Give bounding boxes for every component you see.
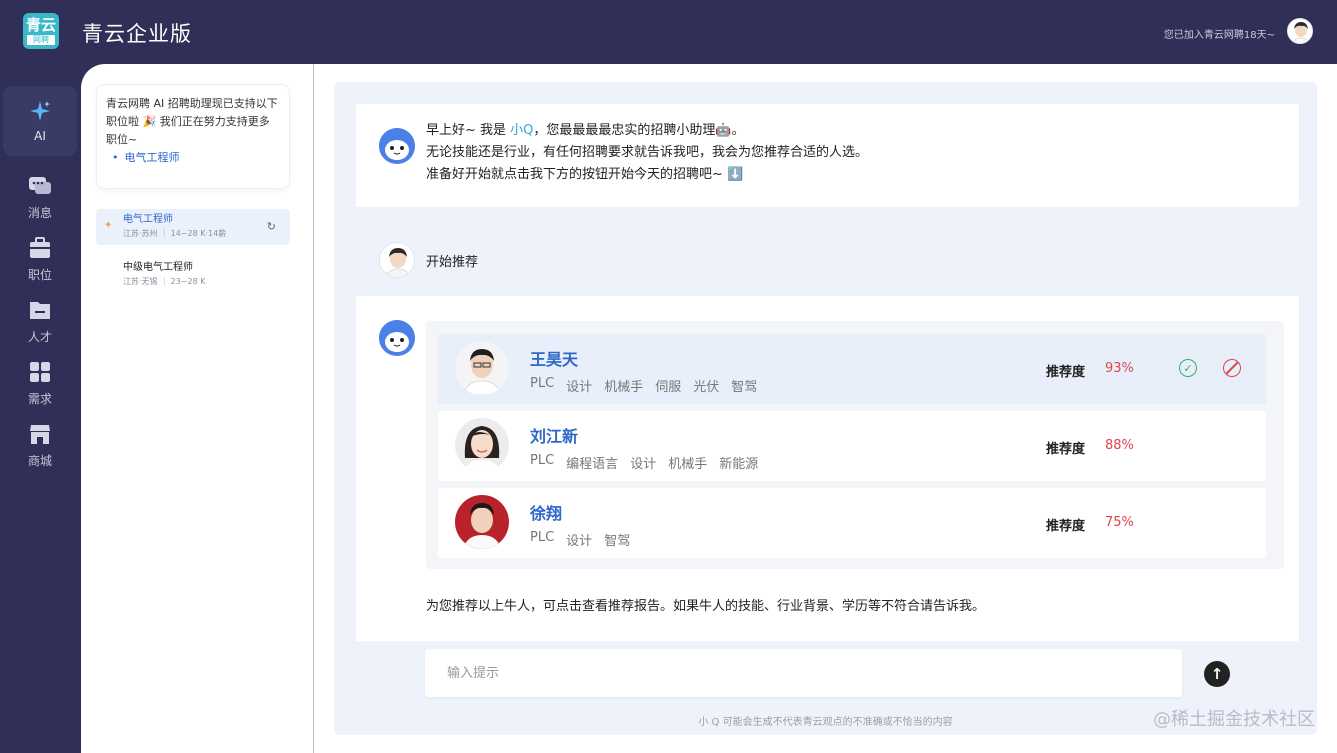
refresh-icon[interactable]: ↻ xyxy=(267,220,276,233)
skill-tag: 设计 xyxy=(566,380,593,395)
greeting-prefix: 早上好~ 我是 xyxy=(426,123,511,138)
greeting-line-3: 准备好开始就点击我下方的按钮开始今天的招聘吧~ ⬇️ xyxy=(426,167,744,182)
skill-tag: 伺服 xyxy=(655,380,682,395)
nav-item-messages[interactable]: 消息 xyxy=(3,162,77,232)
job-meta: 江苏·苏州 ｜ 14~28 K·14薪 xyxy=(123,229,227,238)
candidate-name[interactable]: 刘江新 xyxy=(530,423,578,447)
candidate-tags: PLC 设计 智驾 xyxy=(530,530,630,549)
logo-text-main: 青云 xyxy=(25,16,56,34)
job-list-item[interactable]: ✦ 电气工程师 江苏·苏州 ｜ 14~28 K·14薪 ↻ xyxy=(96,209,290,245)
nav-label-store: 商城 xyxy=(27,453,52,468)
score-label: 推荐度 xyxy=(1046,519,1086,534)
nav-label-jobs: 职位 xyxy=(27,267,52,282)
skill-tag: 智驾 xyxy=(731,380,758,395)
bot-avatar xyxy=(379,320,415,356)
candidate-card[interactable]: 王昊天 PLC 设计 机械手 伺服 光伏 智驾 推荐度 93% ✓ xyxy=(438,334,1266,404)
nav-item-store[interactable]: 商城 xyxy=(3,410,77,480)
skill-tag: 智驾 xyxy=(604,534,631,549)
nav-label-ai: AI xyxy=(34,129,46,143)
skill-tag: 新能源 xyxy=(719,457,759,472)
skill-tag: 设计 xyxy=(630,457,657,472)
join-days-text: 您已加入青云网聘18天~ xyxy=(1163,30,1275,41)
notice-text: 青云网聘 AI 招聘助理现已支持以下职位啦 🎉 我们正在努力支持更多职位~ xyxy=(106,97,278,146)
job-meta: 江苏·无锡 ｜ 23~28 K xyxy=(123,277,206,286)
reject-icon[interactable] xyxy=(1223,359,1241,377)
greeting-line-1: 早上好~ 我是 小Q，您最最最最忠实的招聘小助理🤖。 xyxy=(426,120,1299,142)
skill-tag: 设计 xyxy=(566,534,593,549)
greeting-suffix: ，您最最最最忠实的招聘小助理🤖。 xyxy=(533,123,745,138)
nav-item-jobs[interactable]: 职位 xyxy=(3,224,77,294)
match-score: 88% xyxy=(1105,438,1134,453)
chat-icon xyxy=(28,174,52,198)
left-nav: AI 消息 职位 人才 需求 商城 xyxy=(0,64,81,753)
folder-icon xyxy=(28,298,52,322)
grid-icon xyxy=(28,360,52,384)
candidate-photo xyxy=(455,418,509,472)
candidate-list: 王昊天 PLC 设计 机械手 伺服 光伏 智驾 推荐度 93% ✓ 刘江新 PL… xyxy=(426,321,1284,569)
user-avatar[interactable] xyxy=(1287,18,1313,44)
candidate-tags: PLC 编程语言 设计 机械手 新能源 xyxy=(530,453,758,472)
match-score: 75% xyxy=(1105,515,1134,530)
job-sidebar: 青云网聘 AI 招聘助理现已支持以下职位啦 🎉 我们正在努力支持更多职位~ 电气… xyxy=(81,64,314,753)
user-message-avatar xyxy=(379,242,415,278)
candidate-photo xyxy=(455,341,509,395)
store-icon xyxy=(28,422,52,446)
bot-avatar xyxy=(379,128,415,164)
skill-tag: 机械手 xyxy=(604,380,644,395)
nav-item-ai[interactable]: AI xyxy=(3,86,77,156)
job-title: 中级电气工程师 xyxy=(123,262,193,273)
notice-job-link[interactable]: 电气工程师 xyxy=(106,149,280,167)
match-score: 93% xyxy=(1105,361,1134,376)
candidate-tags: PLC 设计 机械手 伺服 光伏 智驾 xyxy=(530,376,757,395)
nav-label-demand: 需求 xyxy=(27,391,52,406)
nav-label-messages: 消息 xyxy=(27,205,52,220)
accept-icon[interactable]: ✓ xyxy=(1179,359,1197,377)
user-message: 开始推荐 xyxy=(426,255,479,270)
arrow-up-icon: ↑ xyxy=(1210,665,1224,683)
job-title: 电气工程师 xyxy=(123,214,173,225)
score-label: 推荐度 xyxy=(1046,442,1086,457)
sparkle-icon: ✦ xyxy=(104,220,113,231)
app-title: 青云企业版 xyxy=(82,22,192,46)
nav-item-demand[interactable]: 需求 xyxy=(3,348,77,418)
assistant-name: 小Q xyxy=(510,123,534,138)
candidate-photo xyxy=(455,495,509,549)
skill-tag: 光伏 xyxy=(693,380,720,395)
recommendation-footer: 为您推荐以上牛人，可点击查看推荐报告。如果牛人的技能、行业背景、学历等不符合请告… xyxy=(426,599,986,614)
candidate-card[interactable]: 徐翔 PLC 设计 智驾 推荐度 75% xyxy=(438,488,1266,558)
skill-tag: PLC xyxy=(530,530,555,545)
candidate-name[interactable]: 徐翔 xyxy=(530,500,562,524)
send-button[interactable]: ↑ xyxy=(1204,661,1230,687)
sparkle-icon xyxy=(28,99,52,123)
greeting-message: 早上好~ 我是 小Q，您最最最最忠实的招聘小助理🤖。 无论技能还是行业，有任何招… xyxy=(356,104,1299,207)
candidate-name[interactable]: 王昊天 xyxy=(530,346,578,370)
top-header: 青云 网聘 青云企业版 您已加入青云网聘18天~ xyxy=(0,0,1337,64)
recommendation-message: 王昊天 PLC 设计 机械手 伺服 光伏 智驾 推荐度 93% ✓ 刘江新 PL… xyxy=(356,296,1299,641)
nav-item-talent[interactable]: 人才 xyxy=(3,286,77,356)
skill-tag: 机械手 xyxy=(668,457,708,472)
skill-tag: PLC xyxy=(530,376,555,391)
app-logo[interactable]: 青云 网聘 xyxy=(23,13,59,49)
watermark: @稀土掘金技术社区 xyxy=(1153,709,1315,730)
chat-area: 早上好~ 我是 小Q，您最最最最忠实的招聘小助理🤖。 无论技能还是行业，有任何招… xyxy=(334,82,1317,735)
job-list-item[interactable]: 中级电气工程师 江苏·无锡 ｜ 23~28 K xyxy=(96,257,290,293)
score-label: 推荐度 xyxy=(1046,365,1086,380)
logo-text-sub: 网聘 xyxy=(27,35,55,45)
skill-tag: PLC xyxy=(530,453,555,468)
nav-label-talent: 人才 xyxy=(27,329,52,344)
skill-tag: 编程语言 xyxy=(566,457,619,472)
chat-input[interactable] xyxy=(425,649,1182,697)
greeting-line-2: 无论技能还是行业，有任何招聘要求就告诉我吧，我会为您推荐合适的人选。 xyxy=(426,145,869,160)
ai-notice-card: 青云网聘 AI 招聘助理现已支持以下职位啦 🎉 我们正在努力支持更多职位~ 电气… xyxy=(96,84,290,189)
candidate-card[interactable]: 刘江新 PLC 编程语言 设计 机械手 新能源 推荐度 88% xyxy=(438,411,1266,481)
main-panel: 早上好~ 我是 小Q，您最最最最忠实的招聘小助理🤖。 无论技能还是行业，有任何招… xyxy=(314,64,1337,753)
briefcase-icon xyxy=(28,236,52,260)
